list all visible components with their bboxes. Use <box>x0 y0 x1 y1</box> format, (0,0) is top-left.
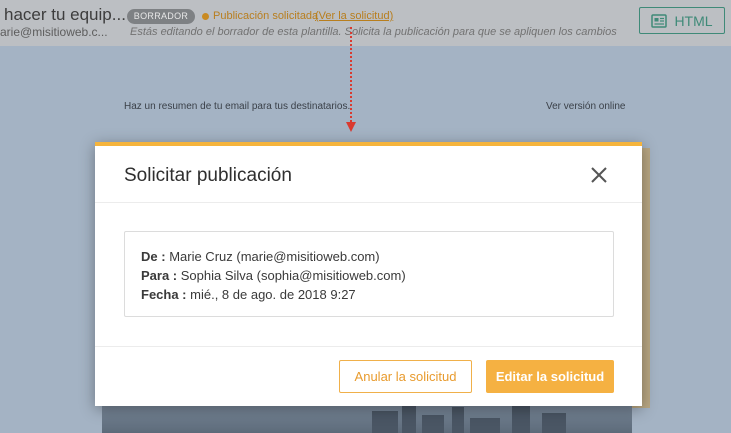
pointer-arrow-head <box>346 122 356 132</box>
header-divider <box>95 202 642 203</box>
template-owner-email: arie@misitioweb.c... <box>0 25 108 39</box>
to-label: Para : <box>141 268 178 283</box>
to-row: Para : Sophia Silva (sophia@misitioweb.c… <box>141 266 598 285</box>
from-label: De : <box>141 249 166 264</box>
close-icon[interactable] <box>588 164 610 186</box>
view-online-link[interactable]: Ver versión online <box>546 101 626 112</box>
to-value: Sophia Silva (sophia@misitioweb.com) <box>180 268 406 283</box>
dialog-title: Solicitar publicación <box>124 165 292 186</box>
status-dot-icon <box>202 13 209 20</box>
from-value: Marie Cruz (marie@misitioweb.com) <box>169 249 380 264</box>
request-publication-dialog: Solicitar publicación De : Marie Cruz (m… <box>95 142 642 406</box>
date-row: Fecha : mié., 8 de ago. de 2018 9:27 <box>141 285 598 304</box>
draft-note: Estás editando el borrador de esta plant… <box>130 26 620 38</box>
draft-badge: BORRADOR <box>127 9 195 24</box>
edit-request-button[interactable]: Editar la solicitud <box>486 360 614 393</box>
template-title: hacer tu equip... <box>4 5 126 24</box>
html-document-icon <box>651 13 668 28</box>
from-row: De : Marie Cruz (marie@misitioweb.com) <box>141 247 598 266</box>
request-details: De : Marie Cruz (marie@misitioweb.com) P… <box>124 231 614 317</box>
footer-divider <box>95 346 642 347</box>
html-button[interactable]: HTML <box>639 7 725 34</box>
html-button-label: HTML <box>674 12 713 29</box>
preheader-summary: Haz un resumen de tu email para tus dest… <box>124 101 351 112</box>
cancel-request-button[interactable]: Anular la solicitud <box>339 360 472 393</box>
top-header: hacer tu equip... arie@misitioweb.c... B… <box>0 0 731 46</box>
publication-status: Publicación solicitada <box>213 10 319 22</box>
pointer-arrow-line <box>350 27 352 122</box>
date-value: mié., 8 de ago. de 2018 9:27 <box>190 287 356 302</box>
view-request-link[interactable]: (Ver la solicitud) <box>315 10 393 22</box>
date-label: Fecha : <box>141 287 187 302</box>
